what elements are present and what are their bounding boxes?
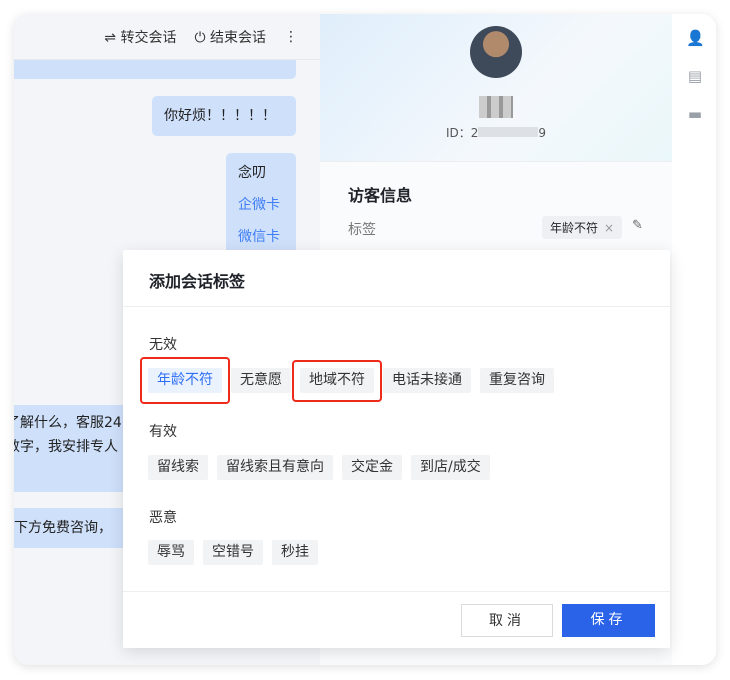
chat-bubble: 你好烦！！！！！: [152, 96, 296, 136]
tag-option[interactable]: 电话未接通: [383, 368, 471, 393]
message-text: 念叨: [238, 165, 266, 181]
id-label: ID：2: [445, 126, 479, 140]
visitor-id: ID：2 9: [320, 124, 672, 141]
dialog-title: 添加会话标签: [149, 272, 246, 291]
divider: [123, 306, 670, 307]
pencil-icon[interactable]: ✎: [632, 218, 643, 233]
avatar: [470, 26, 522, 78]
visitor-info-title: 访客信息: [348, 186, 413, 205]
end-chat-button[interactable]: ⏻ 结束会话: [194, 27, 266, 47]
save-button[interactable]: 保存: [562, 604, 655, 637]
tag-option[interactable]: 秒挂: [272, 540, 318, 565]
visitor-tag-text: 年龄不符: [550, 221, 599, 235]
wechat-card-link[interactable]: 微信卡: [238, 221, 284, 253]
id-suffix: 9: [538, 126, 547, 140]
tag-option[interactable]: 留线索且有意向: [217, 455, 333, 480]
remove-tag-icon[interactable]: ×: [604, 221, 614, 235]
wecom-card-link[interactable]: 企微卡: [238, 189, 284, 221]
divider: [123, 591, 670, 592]
group-label-valid: 有效: [149, 424, 177, 440]
group-label-invalid: 无效: [149, 337, 177, 353]
tag-option[interactable]: 重复咨询: [480, 368, 554, 393]
tag-option[interactable]: 空错号: [203, 540, 263, 565]
message-icon[interactable]: ▤: [686, 68, 704, 84]
chat-header: ⇌ 转交会话 ⏻ 结束会话 ⋮: [14, 14, 320, 60]
tag-option[interactable]: 交定金: [342, 455, 402, 480]
message-text: 了解什么，客服24: [14, 415, 122, 431]
chat-bubble: [14, 60, 296, 79]
add-tag-dialog: 添加会话标签 无效 年龄不符 无意愿 地域不符 电话未接通 重复咨询 有效 留线…: [123, 250, 670, 648]
tag-option[interactable]: 无意愿: [231, 368, 291, 393]
side-icon-bar: 👤 ▤ ▬: [672, 14, 716, 665]
highlight-box: [140, 357, 230, 404]
profile-header: ID：2 9: [320, 14, 672, 162]
user-info-icon[interactable]: 👤: [686, 30, 705, 46]
group-label-malicious: 恶意: [149, 510, 177, 526]
cancel-button[interactable]: 取消: [461, 604, 553, 637]
chat-bubble: 下方免费咨询，: [14, 508, 134, 548]
tag-option[interactable]: 留线索: [148, 455, 208, 480]
transfer-chat-button[interactable]: ⇌ 转交会话: [104, 27, 176, 47]
tag-option[interactable]: 辱骂: [148, 540, 194, 565]
card-icon[interactable]: ▬: [686, 106, 704, 122]
highlight-box: [292, 360, 382, 402]
tag-label: 标签: [348, 222, 376, 238]
tag-group-valid: 留线索 留线索且有意向 交定金 到店/成交: [148, 455, 490, 480]
tag-group-malicious: 辱骂 空错号 秒挂: [148, 540, 318, 565]
visitor-tag: 年龄不符 ×: [542, 216, 623, 239]
visitor-name-blurred: [479, 96, 513, 118]
more-icon[interactable]: ⋮: [284, 29, 298, 45]
message-text: 数字，我安排专人: [14, 439, 118, 455]
chat-bubble: 了解什么，客服24 数字，我安排专人: [14, 405, 134, 492]
tag-option[interactable]: 到店/成交: [411, 455, 490, 480]
